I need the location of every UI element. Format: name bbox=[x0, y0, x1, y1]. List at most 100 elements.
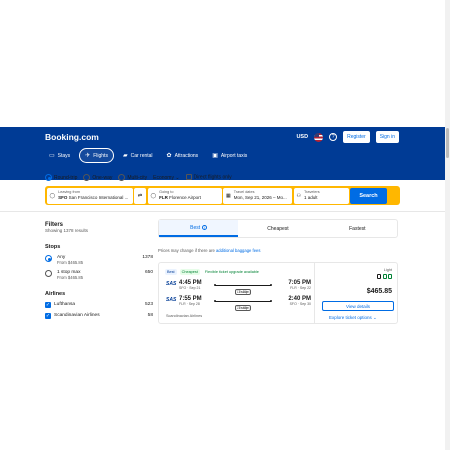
nav-airport-taxis-label: Airport taxis bbox=[220, 152, 248, 159]
departure-meta: SFO · Sep 21 bbox=[179, 286, 201, 290]
help-icon[interactable]: ? bbox=[329, 133, 338, 141]
cabin-class-select[interactable]: Economy ⌄ bbox=[153, 175, 179, 181]
multi-city-option[interactable]: Multi-city bbox=[118, 174, 147, 181]
checkbox-checked-icon: ✓ bbox=[45, 313, 51, 319]
results-count: Showing 1378 results bbox=[45, 228, 89, 233]
explore-ticket-options-link[interactable]: Explore ticket options ⌄ bbox=[329, 315, 377, 321]
chevron-down-icon: ⌄ bbox=[373, 315, 377, 320]
stop-filter-price: From $465.85 bbox=[57, 260, 84, 265]
stop-filter-any[interactable]: Any From $465.85 1378 bbox=[45, 255, 153, 265]
taxi-icon: ▣ bbox=[212, 153, 218, 159]
page: Booking.com USD ? Register Sign in ▭ Sta… bbox=[0, 0, 450, 450]
stop-filter-count: 1378 bbox=[142, 255, 153, 260]
results-panel: Best i Cheapest Fastest Prices may chang… bbox=[158, 219, 398, 324]
tab-fastest[interactable]: Fastest bbox=[318, 220, 397, 237]
nav-car-rental[interactable]: ▰ Car rental bbox=[118, 148, 158, 163]
tab-best[interactable]: Best i bbox=[159, 220, 239, 237]
chevron-down-icon: ⌄ bbox=[175, 174, 180, 181]
car-icon: ▰ bbox=[122, 153, 128, 159]
filters-panel: Filters Showing 1378 results Stops Any F… bbox=[45, 222, 153, 319]
checkbox-checked-icon: ✓ bbox=[45, 302, 51, 308]
nav-stays-label: Stays bbox=[57, 152, 71, 159]
page-scrollbar[interactable] bbox=[445, 0, 450, 450]
arrival-meta: SFO · Sep 30 bbox=[289, 302, 311, 306]
route-line: 1 stop 17h 20m bbox=[213, 280, 273, 295]
one-way-option[interactable]: One-way bbox=[83, 174, 112, 181]
radio-icon bbox=[118, 174, 126, 181]
search-bar: ◯ Leaving from SFO San Francisco Interna… bbox=[45, 186, 400, 205]
airline-filter-count: 523 bbox=[144, 302, 153, 307]
flex-ticket-badge: Flexible ticket upgrade available bbox=[204, 270, 259, 274]
nav-airport-taxis[interactable]: ▣ Airport taxis bbox=[207, 148, 252, 163]
airline-filter-lufthansa[interactable]: ✓ Lufthansa 523 bbox=[45, 302, 153, 308]
baggage-icons bbox=[377, 274, 392, 279]
inbound-leg: SAS 7:55 PM FLR · Sep 28 1 stop 27h 45m … bbox=[166, 296, 311, 311]
sas-logo-icon: SAS bbox=[166, 281, 177, 287]
currency-selector[interactable]: USD bbox=[296, 134, 308, 140]
nav-flights[interactable]: ✈ Flights bbox=[79, 148, 114, 163]
nav-flights-label: Flights bbox=[93, 152, 108, 159]
departure-icon: ◯ bbox=[49, 192, 56, 199]
airline-filter-sas[interactable]: ✓ Scandinavian Airlines 58 bbox=[45, 313, 153, 319]
us-flag-icon[interactable] bbox=[314, 132, 324, 142]
going-to-value: FLR Florence Airport bbox=[159, 195, 201, 200]
calendar-icon: ▦ bbox=[226, 192, 231, 199]
route-line: 1 stop 27h 45m bbox=[213, 296, 273, 311]
checkbox-icon bbox=[185, 174, 192, 181]
sign-in-button[interactable]: Sign in bbox=[375, 131, 399, 143]
round-trip-option[interactable]: Round-trip bbox=[45, 174, 77, 181]
airline-filter-label: Scandinavian Airlines bbox=[54, 313, 100, 318]
checked-bag-icon bbox=[388, 274, 392, 279]
register-button[interactable]: Register bbox=[343, 131, 370, 143]
header-actions: USD ? Register Sign in bbox=[296, 131, 399, 143]
stop-filter-price: From $465.85 bbox=[57, 275, 84, 280]
bed-icon: ▭ bbox=[49, 153, 55, 159]
travelers-field[interactable]: ⚇ Travelers 1 adult bbox=[293, 187, 349, 204]
stops-title: Stops bbox=[45, 244, 61, 250]
radio-icon bbox=[83, 174, 91, 181]
radio-icon bbox=[45, 255, 52, 262]
stop-filter-one-stop[interactable]: 1 stop max From $465.85 650 bbox=[45, 270, 153, 280]
airlines-title: Airlines bbox=[45, 291, 66, 297]
search-button[interactable]: Search bbox=[350, 187, 387, 204]
radio-icon bbox=[45, 270, 52, 277]
swap-icon: ⇄ bbox=[137, 192, 143, 199]
person-icon: ⚇ bbox=[296, 192, 301, 199]
flight-result-card[interactable]: Best Cheapest Flexible ticket upgrade av… bbox=[158, 262, 398, 324]
tab-cheapest[interactable]: Cheapest bbox=[238, 220, 317, 237]
view-details-button[interactable]: View details bbox=[322, 301, 394, 311]
carrier-name: Scandinavian Airlines bbox=[166, 314, 203, 318]
booking-logo[interactable]: Booking.com bbox=[45, 132, 99, 142]
going-to-field[interactable]: ◯ Going to FLR Florence Airport bbox=[147, 187, 222, 204]
leaving-from-value: SFO San Francisco International ... bbox=[58, 195, 129, 200]
plane-icon: ✈ bbox=[85, 153, 91, 159]
attractions-icon: ✿ bbox=[166, 153, 172, 159]
swap-button[interactable]: ⇄ bbox=[134, 187, 146, 204]
arrival-icon: ◯ bbox=[150, 192, 157, 199]
scrollbar-thumb[interactable] bbox=[446, 128, 449, 158]
travelers-value: 1 adult bbox=[303, 195, 318, 200]
duration: 17h 20m bbox=[236, 290, 250, 294]
nav-attractions-label: Attractions bbox=[174, 152, 199, 159]
duration: 27h 45m bbox=[236, 306, 250, 310]
airline-filter-label: Lufthansa bbox=[54, 302, 76, 307]
radio-icon bbox=[45, 174, 52, 181]
info-icon[interactable]: i bbox=[202, 225, 208, 230]
baggage-notice: Prices may change if there are additiona… bbox=[158, 248, 261, 253]
trip-options: Round-trip One-way Multi-city Economy ⌄ … bbox=[45, 174, 232, 181]
personal-item-icon bbox=[377, 274, 381, 279]
fare-type: Light bbox=[383, 268, 392, 272]
sort-tabs: Best i Cheapest Fastest bbox=[158, 219, 398, 238]
carry-on-icon bbox=[382, 274, 387, 279]
price-column: Light $465.85 View details Explore ticke… bbox=[314, 263, 398, 323]
nav-stays[interactable]: ▭ Stays bbox=[44, 148, 75, 163]
best-badge: Best bbox=[165, 269, 177, 275]
nav-attractions[interactable]: ✿ Attractions bbox=[162, 148, 204, 163]
baggage-fees-link[interactable]: additional baggage fees bbox=[216, 248, 260, 253]
site-header: Booking.com USD ? Register Sign in ▭ Sta… bbox=[0, 127, 445, 180]
stop-filter-count: 650 bbox=[144, 270, 153, 275]
arrival-meta: FLR · Sep 22 bbox=[290, 286, 311, 290]
direct-flights-checkbox[interactable]: Direct flights only bbox=[185, 174, 232, 181]
travel-dates-field[interactable]: ▦ Travel dates Mon, Sep 21, 2026 – Mo... bbox=[223, 187, 292, 204]
leaving-from-field[interactable]: ◯ Leaving from SFO San Francisco Interna… bbox=[46, 187, 133, 204]
